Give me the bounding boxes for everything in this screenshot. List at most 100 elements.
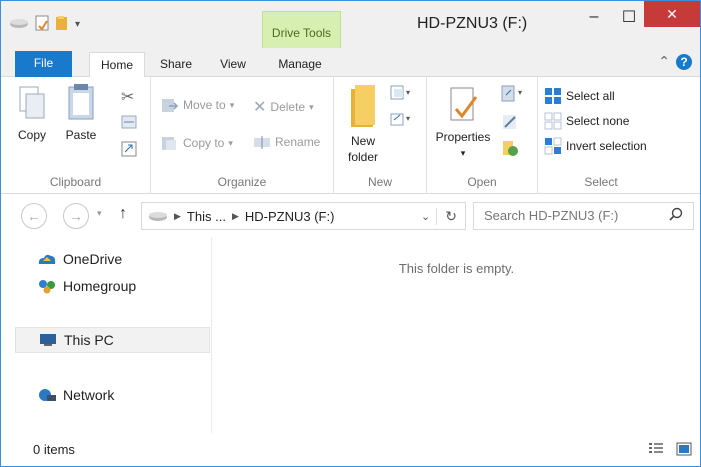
navigation-pane: OneDrive Homegroup This PC Network: [1, 237, 212, 433]
edit-icon[interactable]: [501, 113, 519, 134]
large-icons-view-icon[interactable]: [676, 442, 692, 459]
new-folder-button[interactable]: New folder: [342, 83, 384, 165]
minimize-button[interactable]: –: [575, 1, 613, 33]
invert-selection-icon: [544, 137, 562, 155]
copy-to-label: Copy to: [183, 136, 225, 150]
rename-label: Rename: [275, 135, 321, 149]
properties-qat-icon[interactable]: [35, 15, 49, 34]
delete-icon: ✕: [253, 99, 267, 116]
move-to-dropdown-icon: ▾: [229, 99, 235, 110]
copy-to-dropdown-icon: ▾: [228, 137, 233, 148]
forward-button[interactable]: →: [63, 203, 89, 229]
move-to-icon: [162, 99, 179, 112]
tab-share[interactable]: Share: [153, 52, 199, 77]
open-icon[interactable]: ▾: [501, 85, 527, 106]
ribbon-tabs: File Home Share View Manage: [1, 48, 700, 78]
file-list-area[interactable]: This folder is empty.: [213, 237, 700, 433]
title-bar: ▾ Drive Tools HD-PZNU3 (F:) – ☐ ✕: [1, 1, 700, 48]
close-button[interactable]: ✕: [644, 1, 700, 27]
window-title: HD-PZNU3 (F:): [417, 15, 528, 32]
tab-manage[interactable]: Manage: [267, 52, 333, 77]
refresh-icon[interactable]: ↻: [436, 207, 465, 225]
history-icon[interactable]: [501, 139, 519, 160]
paste-button[interactable]: Paste: [61, 83, 101, 143]
path-separator-icon: ▶: [231, 210, 239, 221]
item-count: 0 items: [33, 442, 75, 457]
properties-dropdown-icon: ▾: [460, 148, 466, 158]
select-group: Select all Select none Invert selection …: [538, 77, 664, 194]
paste-shortcut-icon[interactable]: [121, 141, 137, 160]
nav-item-onedrive[interactable]: OneDrive: [37, 246, 122, 272]
invert-selection-button[interactable]: Invert selection: [544, 137, 647, 155]
paste-icon: [68, 84, 94, 120]
new-group: New folder ▾ ▾ New: [334, 77, 427, 194]
select-none-icon: [544, 112, 562, 130]
new-folder-icon: [351, 85, 375, 127]
new-folder-label-line2: folder: [347, 150, 379, 164]
onedrive-icon: [38, 254, 56, 264]
clipboard-group-label: Clipboard: [49, 175, 102, 189]
copy-path-icon[interactable]: [121, 115, 137, 132]
network-label: Network: [63, 387, 115, 403]
svg-text:▾: ▾: [406, 88, 410, 97]
select-all-button[interactable]: Select all: [544, 87, 615, 105]
network-icon: [39, 389, 56, 401]
delete-dropdown-icon: ▾: [309, 101, 314, 112]
cut-icon[interactable]: ✂: [121, 87, 134, 107]
delete-label: Delete: [270, 100, 306, 114]
tab-file[interactable]: File: [15, 51, 72, 77]
search-input[interactable]: Search HD-PZNU3 (F:): [473, 202, 694, 230]
minimize-ribbon-icon[interactable]: ⌃: [658, 53, 670, 70]
open-group: Properties ▾ ▾ Open: [427, 77, 538, 194]
status-bar: 0 items: [1, 433, 700, 466]
drive-icon[interactable]: [9, 17, 29, 32]
select-none-button[interactable]: Select none: [544, 112, 629, 130]
move-to-button[interactable]: Move to ▾: [161, 97, 234, 113]
view-switcher: [648, 442, 692, 459]
this-pc-label: This PC: [64, 332, 114, 348]
delete-button[interactable]: ✕ Delete ▾: [253, 97, 314, 117]
tab-view[interactable]: View: [211, 52, 255, 77]
explorer-window: ▾ Drive Tools HD-PZNU3 (F:) – ☐ ✕ File H…: [0, 0, 701, 467]
copy-button[interactable]: Copy: [15, 85, 49, 143]
onedrive-label: OneDrive: [63, 251, 123, 267]
tab-home[interactable]: Home: [89, 52, 145, 78]
clipboard-group: Copy Paste ✂ Clipboard: [1, 77, 151, 194]
address-toolbar: ← → ▾ ↑ ▶ This ... ▶ HD-PZNU3 (F:) ⌄ ↻ S…: [1, 194, 700, 237]
recent-locations-icon[interactable]: ▾: [97, 208, 102, 219]
new-folder-label-line1: New: [350, 134, 375, 148]
address-dropdown-icon[interactable]: ⌄: [421, 210, 430, 223]
select-all-label: Select all: [566, 89, 615, 103]
invert-selection-label: Invert selection: [566, 139, 647, 153]
ribbon: Copy Paste ✂ Clipboard Move to ▾ ✕ Delet…: [1, 77, 700, 194]
path-separator-icon: ▶: [174, 210, 181, 221]
new-folder-qat-icon[interactable]: [55, 15, 69, 34]
svg-text:▾: ▾: [518, 88, 522, 97]
breadcrumb-this-pc[interactable]: This ...: [187, 209, 226, 224]
nav-item-this-pc[interactable]: This PC: [15, 327, 210, 353]
details-view-icon[interactable]: [648, 442, 664, 459]
maximize-button[interactable]: ☐: [613, 1, 645, 33]
empty-folder-message: This folder is empty.: [398, 261, 515, 276]
copy-to-button[interactable]: Copy to ▾: [161, 135, 233, 151]
address-bar[interactable]: ▶ This ... ▶ HD-PZNU3 (F:) ⌄ ↻: [141, 202, 466, 230]
select-none-label: Select none: [566, 114, 630, 128]
search-icon[interactable]: [669, 207, 683, 224]
easy-access-icon[interactable]: ▾: [390, 111, 414, 130]
up-arrow-icon[interactable]: ↑: [119, 205, 127, 223]
qat-dropdown-icon[interactable]: ▾: [75, 19, 80, 30]
back-button[interactable]: ←: [21, 203, 47, 229]
select-all-icon: [545, 88, 561, 104]
nav-item-homegroup[interactable]: Homegroup: [37, 273, 136, 299]
properties-button[interactable]: Properties ▾: [431, 85, 495, 161]
nav-item-network[interactable]: Network: [37, 382, 114, 408]
help-icon[interactable]: ?: [676, 53, 692, 70]
new-item-icon[interactable]: ▾: [390, 85, 414, 104]
breadcrumb-current[interactable]: HD-PZNU3 (F:): [245, 209, 335, 224]
drive-tools-context-tab: Drive Tools: [262, 11, 341, 48]
rename-button[interactable]: Rename: [253, 135, 320, 149]
homegroup-icon: [39, 280, 55, 294]
copy-label: Copy: [17, 128, 46, 142]
open-group-label: Open: [467, 175, 497, 189]
svg-text:▾: ▾: [406, 114, 410, 123]
